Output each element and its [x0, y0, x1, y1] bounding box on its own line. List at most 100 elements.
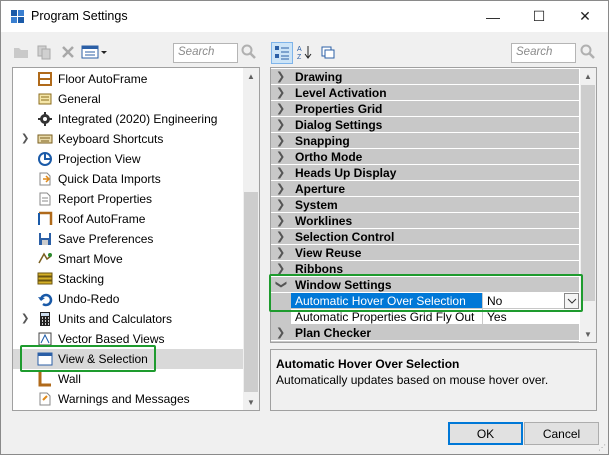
- categorized-icon: [275, 46, 289, 60]
- tree-item[interactable]: Roof AutoFrame: [13, 209, 244, 229]
- category-label: Properties Grid: [295, 102, 383, 116]
- tree-scrollbar[interactable]: ▲ ▼: [243, 68, 259, 410]
- categorized-toggle[interactable]: [271, 42, 293, 64]
- expand-chevron-icon[interactable]: ❯: [276, 182, 285, 195]
- scroll-thumb[interactable]: [581, 85, 595, 301]
- ok-button[interactable]: OK: [448, 422, 523, 445]
- expand-chevron-icon[interactable]: ❯: [276, 134, 285, 147]
- category-label: Plan Checker: [295, 326, 372, 340]
- tree-item[interactable]: Smart Move: [13, 249, 244, 269]
- scroll-down-arrow[interactable]: ▼: [243, 394, 259, 410]
- grid-category[interactable]: ❯ View Reuse: [271, 245, 579, 261]
- expand-chevron-icon[interactable]: ❯: [276, 214, 285, 227]
- tree-item[interactable]: Report Properties: [13, 189, 244, 209]
- expand-chevron-icon[interactable]: ❯: [276, 150, 285, 163]
- delete-icon[interactable]: [60, 44, 76, 60]
- tree-item-label: Report Properties: [58, 192, 153, 206]
- category-label: Drawing: [295, 70, 343, 84]
- tree-item-label: Floor AutoFrame: [58, 72, 148, 86]
- title-bar[interactable]: Program Settings — ☐ ✕: [1, 1, 608, 32]
- expand-chevron-icon[interactable]: ❯: [276, 118, 285, 131]
- grid-category[interactable]: ❯ System: [271, 197, 579, 213]
- save-icon: [39, 233, 51, 245]
- tree-item[interactable]: Save Preferences: [13, 229, 244, 249]
- expand-chevron-icon[interactable]: ❯: [276, 198, 285, 211]
- grid-search-input[interactable]: Search: [511, 43, 576, 63]
- tree-item[interactable]: Integrated (2020) Engineering: [13, 109, 244, 129]
- tree-item[interactable]: Projection View: [13, 149, 244, 169]
- search-icon[interactable]: [580, 44, 596, 60]
- copy-icon[interactable]: [36, 44, 52, 60]
- scroll-down-arrow[interactable]: ▼: [580, 326, 596, 342]
- grid-category[interactable]: ❯ Plan Checker: [271, 325, 579, 341]
- tree-item[interactable]: Warnings and Messages: [13, 389, 244, 409]
- category-label: Ortho Mode: [295, 150, 363, 164]
- tree-item-label: Vector Based Views: [58, 332, 165, 346]
- tree-item-label: Save Preferences: [58, 232, 154, 246]
- search-icon[interactable]: [241, 44, 257, 60]
- expand-chevron-icon[interactable]: ❯: [21, 133, 29, 144]
- close-button[interactable]: ✕: [562, 1, 608, 32]
- grid-category[interactable]: ❯ Properties Grid: [271, 101, 579, 117]
- grid-category[interactable]: ❯ Ortho Mode: [271, 149, 579, 165]
- tree-item[interactable]: General: [13, 89, 244, 109]
- grid-category[interactable]: ❯ Snapping: [271, 133, 579, 149]
- expand-chevron-icon[interactable]: ❯: [276, 166, 285, 179]
- expand-chevron-icon[interactable]: ❯: [276, 230, 285, 243]
- grid-category[interactable]: ❯ Worklines: [271, 213, 579, 229]
- property-pages-icon[interactable]: [320, 44, 336, 60]
- expand-chevron-icon[interactable]: ❯: [276, 86, 285, 99]
- grid-category[interactable]: ❯ Heads Up Display: [271, 165, 579, 181]
- scroll-thumb[interactable]: [244, 192, 258, 392]
- expand-chevron-icon[interactable]: ❯: [21, 313, 29, 324]
- category-label: Selection Control: [295, 230, 395, 244]
- new-folder-icon[interactable]: [13, 44, 29, 60]
- category-label: Level Activation: [295, 86, 387, 100]
- sort-alphabetical-icon[interactable]: AZ: [297, 44, 313, 60]
- projection-icon: [38, 152, 52, 166]
- keyboard-icon: [37, 134, 53, 144]
- grid-category[interactable]: ❯Analysis Color Display: [271, 341, 579, 342]
- minimize-button[interactable]: —: [470, 1, 516, 32]
- cancel-button[interactable]: Cancel: [524, 422, 599, 445]
- category-label: Snapping: [295, 134, 350, 148]
- annotation-highlight-box: [20, 345, 156, 372]
- tree-item-label: Units and Calculators: [58, 312, 173, 326]
- tree-search-input[interactable]: Search: [173, 43, 238, 63]
- tree-item[interactable]: ❯ Units and Calculators: [13, 309, 244, 329]
- grid-category[interactable]: ❯ Level Activation: [271, 85, 579, 101]
- resize-grip-icon[interactable]: ⋰: [598, 443, 606, 452]
- expand-chevron-icon[interactable]: ❯: [276, 102, 285, 115]
- tree-item-label: Roof AutoFrame: [58, 212, 146, 226]
- floor-autoframe-icon: [38, 72, 52, 86]
- scroll-up-arrow[interactable]: ▲: [243, 68, 259, 84]
- expand-chevron-icon[interactable]: ❯: [276, 326, 285, 339]
- tree-item[interactable]: Floor AutoFrame: [13, 69, 244, 89]
- expand-chevron-icon[interactable]: ❯: [276, 70, 285, 83]
- tree-item-label: General: [58, 92, 101, 106]
- tree-item[interactable]: Quick Data Imports: [13, 169, 244, 189]
- grid-category[interactable]: ❯ Drawing: [271, 69, 579, 85]
- tree-item-label: Stacking: [58, 272, 105, 286]
- grid-category[interactable]: ❯ Dialog Settings: [271, 117, 579, 133]
- category-label: System: [295, 198, 338, 212]
- maximize-button[interactable]: ☐: [516, 1, 562, 32]
- import-icon: [39, 172, 51, 186]
- tree-item-label: Integrated (2020) Engineering: [58, 112, 218, 126]
- wall-icon: [38, 372, 51, 387]
- help-panel: Automatic Hover Over Selection Automatic…: [270, 349, 597, 411]
- tree-item[interactable]: Wall: [13, 369, 244, 389]
- calculator-icon: [40, 312, 50, 326]
- expand-chevron-icon[interactable]: ❯: [276, 246, 285, 259]
- svg-text:Z: Z: [297, 54, 302, 60]
- grid-category[interactable]: ❯ Aperture: [271, 181, 579, 197]
- tree-item[interactable]: ❯ Keyboard Shortcuts: [13, 129, 244, 149]
- tree-item-label: Wall: [58, 372, 81, 386]
- grid-category[interactable]: ❯ Selection Control: [271, 229, 579, 245]
- tree-item[interactable]: Stacking: [13, 269, 244, 289]
- tree-item[interactable]: Undo-Redo: [13, 289, 244, 309]
- help-description: Automatically updates based on mouse hov…: [276, 373, 549, 387]
- scroll-up-arrow[interactable]: ▲: [580, 68, 596, 84]
- view-options-icon[interactable]: [81, 44, 107, 60]
- warnings-icon: [39, 392, 51, 406]
